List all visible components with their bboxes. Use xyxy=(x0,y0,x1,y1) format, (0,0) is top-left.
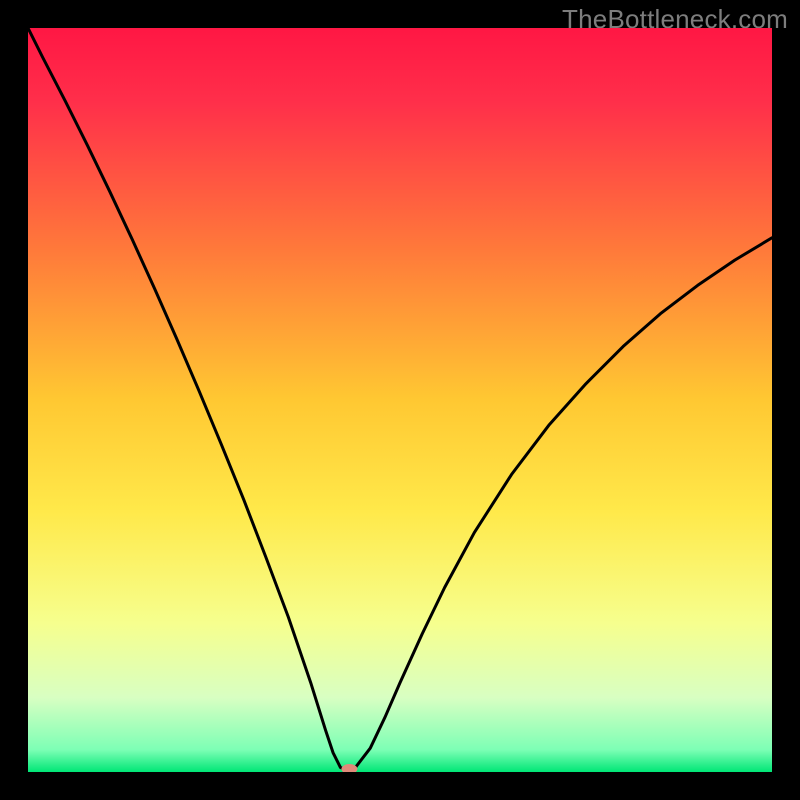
chart-frame: TheBottleneck.com xyxy=(0,0,800,800)
chart-canvas xyxy=(28,28,772,772)
gradient-background xyxy=(28,28,772,772)
plot-area xyxy=(28,28,772,772)
